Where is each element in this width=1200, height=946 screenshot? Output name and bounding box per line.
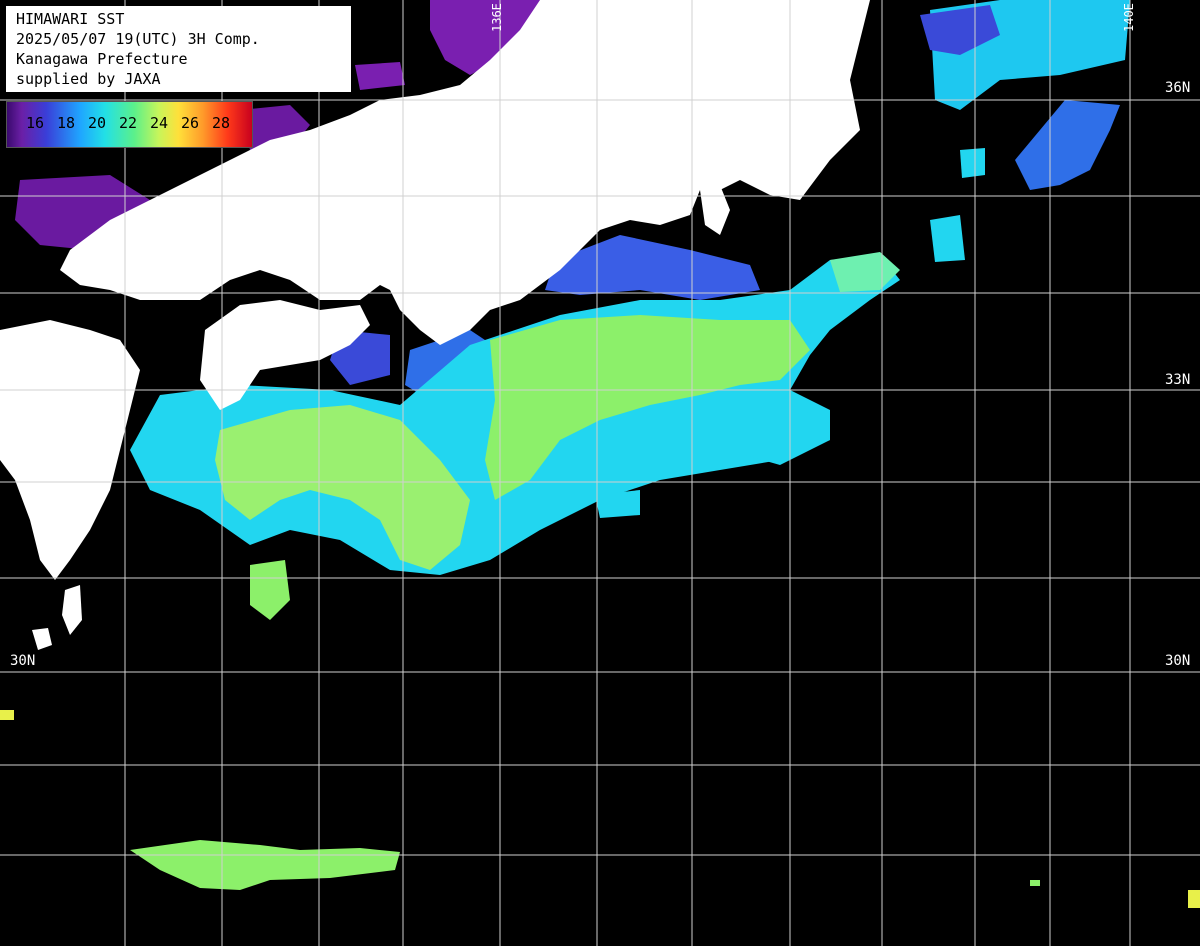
lat-label-30n-right: 30N [1165, 653, 1191, 669]
colorbar-label-24: 24 [150, 114, 169, 132]
colorbar-label-20: 20 [88, 114, 107, 132]
colorbar-label-18: 18 [57, 114, 76, 132]
sst-patch-cyan-small [250, 560, 290, 620]
info-box: HIMAWARI SST 2025/05/07 19(UTC) 3H Comp.… [6, 6, 351, 92]
land-kyushu [0, 320, 140, 580]
sst-speck-green [1030, 880, 1040, 886]
map-region: Kanagawa Prefecture [16, 50, 188, 68]
sst-speck-yellow-se [1188, 890, 1200, 908]
map-title: HIMAWARI SST [16, 10, 125, 28]
lat-label-33-left: 33 [10, 372, 27, 388]
colorbar-label-16: 16 [26, 114, 45, 132]
colorbar-label-22: 22 [119, 114, 138, 132]
sst-patch-ne-cyan2 [930, 215, 965, 262]
map-credit: supplied by JAXA [16, 70, 161, 88]
map-datetime: 2025/05/07 19(UTC) 3H Comp. [16, 30, 260, 48]
sst-map: 36N 33 33N 30N 30N 136E 140E HIMAWARI SS… [0, 0, 1200, 946]
lon-label-136e: 136E [490, 3, 504, 32]
land-island-small [32, 628, 52, 650]
lat-label-36n-right: 36N [1165, 80, 1191, 96]
sst-patch-ne-cyan3 [960, 148, 985, 178]
colorbar-label-28: 28 [212, 114, 231, 132]
sst-patch-purple-sm [355, 62, 405, 90]
land-island-tanegashima [62, 585, 82, 635]
sst-patch-ne-blue2 [1015, 100, 1120, 190]
colorbar-label-26: 26 [181, 114, 200, 132]
lon-label-140e: 140E [1122, 3, 1136, 32]
sst-speck-yellow [0, 710, 14, 720]
lat-label-33n-right: 33N [1165, 372, 1191, 388]
lat-label-30n-left: 30N [10, 653, 36, 669]
land-izu [700, 185, 730, 235]
sst-patch-green-south [130, 840, 400, 890]
